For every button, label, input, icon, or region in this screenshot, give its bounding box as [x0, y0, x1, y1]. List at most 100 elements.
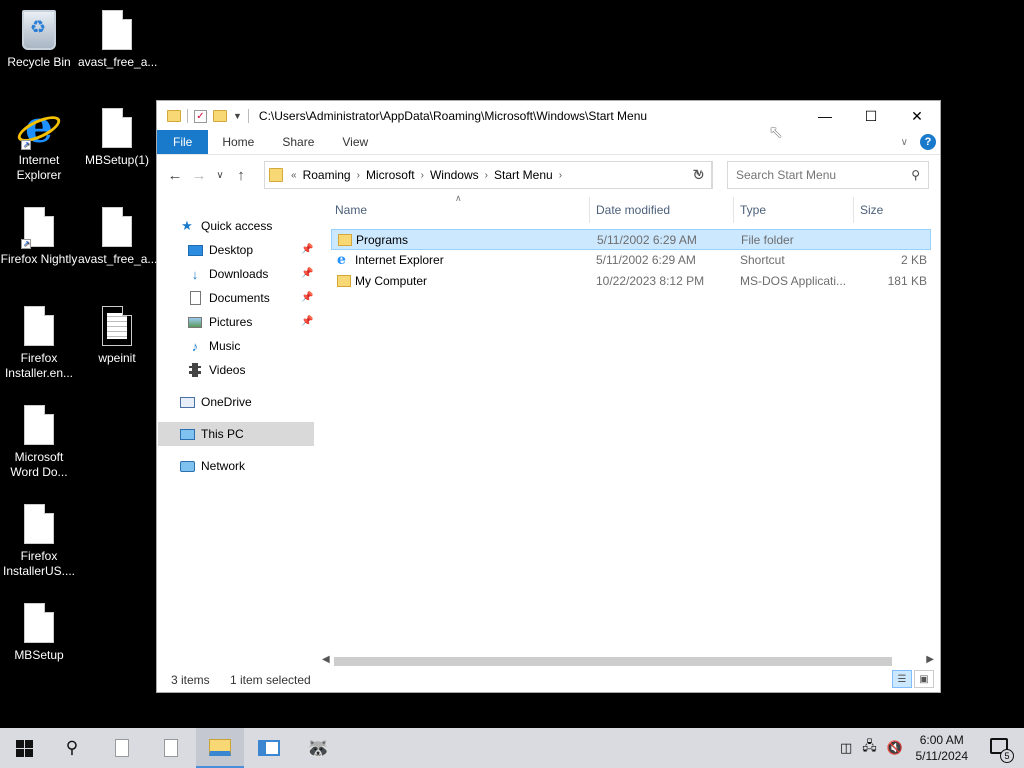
pin-icon[interactable]: 📌	[301, 244, 313, 255]
text-file-icon	[97, 304, 137, 348]
column-header-date[interactable]: Date modified	[596, 203, 670, 219]
minimize-button[interactable]: —	[802, 101, 848, 131]
nav-label: Documents	[209, 291, 270, 305]
search-icon: ⚲	[65, 738, 79, 757]
desktop-icon-avast-2[interactable]: avast_free_a...	[78, 205, 157, 267]
desktop-icon-mbsetup[interactable]: MBSetup	[0, 601, 78, 663]
customize-toolbar-dropdown-icon[interactable]: ▼	[233, 111, 242, 121]
refresh-button[interactable]: ↻	[685, 161, 713, 189]
mouse-cursor-icon: ⭦	[770, 123, 782, 143]
forward-button[interactable]: →	[187, 163, 211, 187]
file-type: File folder	[741, 233, 794, 247]
pin-icon[interactable]: 📌	[301, 268, 313, 279]
back-button[interactable]: ←	[163, 163, 187, 187]
pictures-icon	[187, 314, 203, 330]
start-button[interactable]	[0, 728, 48, 768]
up-button[interactable]: ↑	[229, 163, 253, 187]
column-header-type[interactable]: Type	[740, 203, 766, 219]
nav-pictures[interactable]: Pictures	[187, 311, 252, 333]
column-divider[interactable]	[733, 197, 734, 223]
taskbar-raccoon-app-button[interactable]: 🦝	[294, 728, 342, 768]
meet-now-icon[interactable]: ◫	[840, 740, 852, 756]
column-divider[interactable]	[853, 197, 854, 223]
desktop-icon-firefox-installer-en[interactable]: Firefox Installer.en...	[0, 304, 78, 381]
new-folder-icon[interactable]	[213, 110, 227, 122]
videos-icon	[187, 362, 203, 378]
network-status-icon[interactable]: 🖧	[862, 737, 877, 759]
file-name: My Computer	[355, 274, 428, 288]
desktop-icon-avast-1[interactable]: avast_free_a...	[78, 8, 157, 70]
taskbar-file-button-2[interactable]	[147, 728, 195, 768]
recent-locations-dropdown[interactable]: ∨	[211, 163, 229, 187]
documents-icon	[187, 290, 203, 306]
breadcrumb-windows[interactable]: Windows	[426, 168, 483, 182]
pin-icon[interactable]: 📌	[301, 292, 313, 303]
nav-this-pc[interactable]: This PC	[179, 423, 244, 445]
search-input[interactable]	[736, 168, 896, 182]
file-row-internet-explorer[interactable]: e Internet Explorer 5/11/2002 6:29 AM Sh…	[331, 250, 931, 271]
music-note-icon: ♪	[191, 338, 199, 354]
chevron-right-icon[interactable]: ›	[557, 170, 564, 181]
volume-muted-icon[interactable]: 🔇	[887, 740, 903, 756]
nav-documents[interactable]: Documents	[187, 287, 270, 309]
desktop-icon-firefox-installer-us[interactable]: Firefox InstallerUS....	[0, 502, 78, 579]
clock[interactable]: 6:00 AM 5/11/2024	[916, 732, 969, 764]
chevron-right-icon[interactable]: ›	[419, 170, 426, 181]
tab-file[interactable]: File	[157, 130, 209, 154]
breadcrumb-roaming[interactable]: Roaming	[299, 168, 355, 182]
search-box[interactable]: ⚲	[727, 161, 929, 189]
scrollbar-thumb[interactable]	[334, 657, 892, 666]
taskbar-app-button[interactable]	[245, 728, 293, 768]
details-view-button[interactable]: ☰	[892, 670, 912, 688]
desktop-icon-wpeinit[interactable]: wpeinit	[78, 304, 156, 366]
desktop-icon-mbsetup-1[interactable]: MBSetup(1)	[78, 106, 156, 168]
breadcrumb-microsoft[interactable]: Microsoft	[362, 168, 419, 182]
tab-home[interactable]: Home	[208, 130, 268, 154]
breadcrumb-start-menu[interactable]: Start Menu	[490, 168, 557, 182]
file-explorer-icon	[209, 738, 231, 756]
nav-music[interactable]: ♪ Music	[187, 335, 241, 357]
nav-desktop[interactable]: Desktop	[187, 239, 253, 261]
nav-label: Desktop	[209, 243, 254, 257]
chevron-right-icon[interactable]: ›	[483, 170, 490, 181]
sort-ascending-icon: ∧	[455, 193, 462, 203]
column-header-name[interactable]: Name	[335, 203, 367, 219]
breadcrumb-overflow[interactable]: «	[289, 170, 299, 181]
column-divider[interactable]	[589, 197, 590, 223]
help-icon[interactable]: ?	[920, 134, 936, 150]
nav-onedrive[interactable]: OneDrive	[179, 391, 252, 413]
file-row-programs[interactable]: Programs 5/11/2002 6:29 AM File folder	[331, 229, 931, 250]
desktop-icon-recycle-bin[interactable]: Recycle Bin	[0, 8, 78, 70]
desktop-icon-microsoft-word[interactable]: Microsoft Word Do...	[0, 403, 78, 480]
tab-share[interactable]: Share	[268, 130, 328, 154]
pin-icon[interactable]: 📌	[301, 316, 313, 327]
properties-icon[interactable]: ✓	[194, 109, 207, 123]
chevron-right-icon[interactable]: ›	[355, 170, 362, 181]
file-icon	[19, 403, 59, 447]
taskbar-file-explorer-button[interactable]	[196, 728, 244, 768]
taskbar-file-button-1[interactable]	[98, 728, 146, 768]
nav-label: Videos	[209, 363, 246, 377]
nav-downloads[interactable]: ↓ Downloads	[187, 263, 269, 285]
search-taskbar-button[interactable]: ⚲	[48, 728, 96, 768]
close-button[interactable]: ✕	[894, 101, 940, 131]
address-bar[interactable]: « Roaming › Microsoft › Windows › Start …	[264, 161, 712, 189]
file-icon	[164, 739, 178, 757]
clock-date: 5/11/2024	[915, 749, 969, 763]
nav-network[interactable]: Network	[179, 455, 245, 477]
scroll-left-icon[interactable]: ◀	[322, 654, 330, 665]
file-explorer-window: ✓ ▼ C:\Users\Administrator\AppData\Roami…	[156, 100, 941, 693]
nav-label: This PC	[201, 427, 244, 441]
nav-quick-access[interactable]: ★ Quick access	[179, 215, 272, 237]
tab-view[interactable]: View	[328, 130, 382, 154]
scroll-right-icon[interactable]: ▶	[926, 654, 934, 665]
file-row-my-computer[interactable]: My Computer 10/22/2023 8:12 PM MS-DOS Ap…	[331, 271, 931, 292]
maximize-button[interactable]: ☐	[848, 101, 894, 131]
title-bar[interactable]: ✓ ▼ C:\Users\Administrator\AppData\Roami…	[157, 101, 940, 131]
expand-ribbon-chevron-icon[interactable]: ∨	[901, 137, 908, 148]
nav-videos[interactable]: Videos	[187, 359, 245, 381]
column-header-size[interactable]: Size	[860, 203, 883, 219]
desktop-icon-internet-explorer[interactable]: e ↗ Internet Explorer	[0, 106, 78, 183]
desktop-icon-firefox-nightly[interactable]: ↗ Firefox Nightly	[0, 205, 78, 267]
large-icons-view-button[interactable]: ▣	[914, 670, 934, 688]
